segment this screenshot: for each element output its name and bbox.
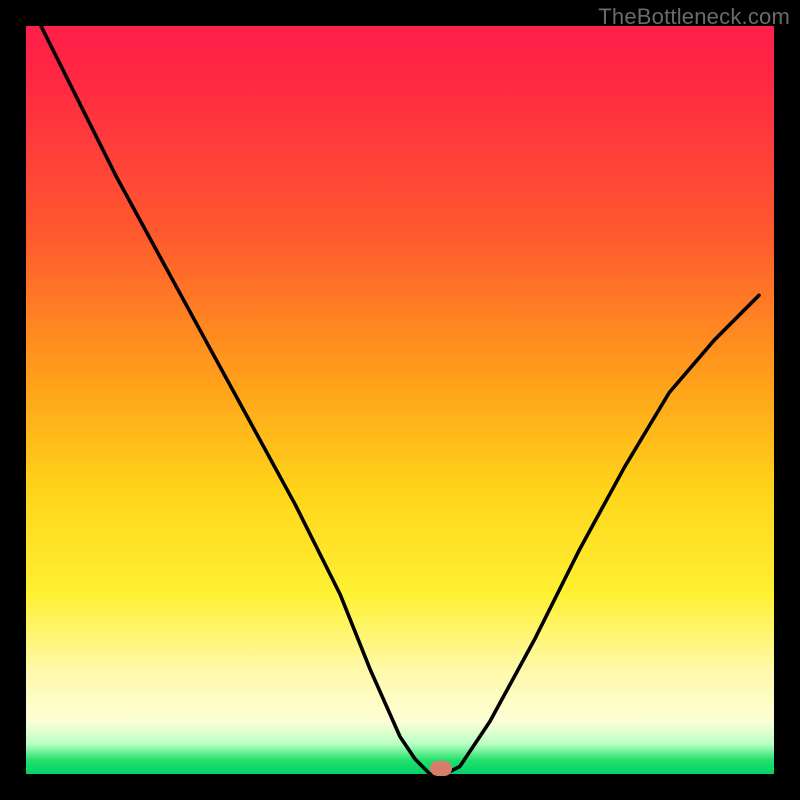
curve-path — [41, 26, 759, 774]
plot-area — [26, 26, 774, 774]
bottleneck-curve — [26, 26, 774, 774]
stage: TheBottleneck.com — [0, 0, 800, 800]
